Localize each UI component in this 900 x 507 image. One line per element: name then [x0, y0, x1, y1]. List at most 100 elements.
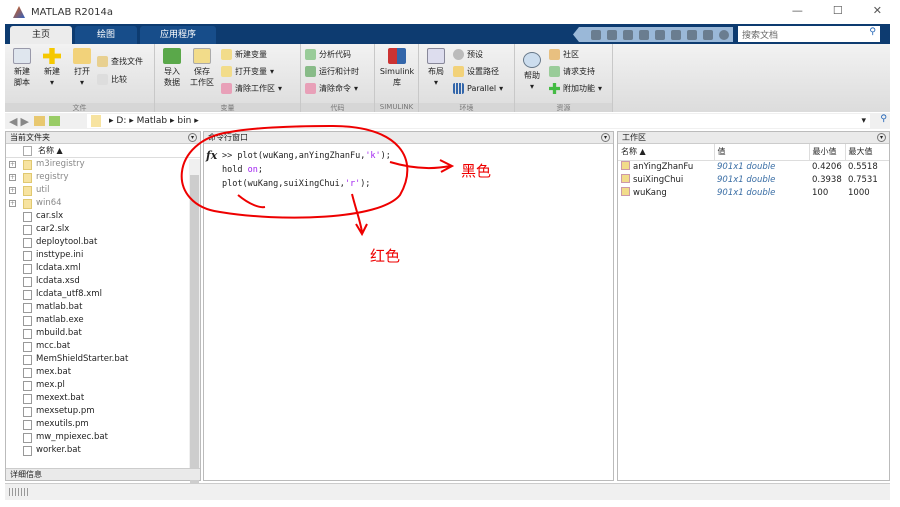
expand-icon[interactable]: + [9, 161, 16, 168]
layout-button[interactable]: 布局 ▾ [421, 48, 451, 88]
clear-commands-button[interactable]: 清除命令 ▾ [305, 83, 358, 94]
file-list-item[interactable]: insttype.ini [6, 249, 200, 262]
command-text[interactable]: fx >> plot(wuKang,anYingZhanFu,'k'); hol… [204, 144, 613, 191]
file-list-item[interactable]: mw_mpiexec.bat [6, 431, 200, 444]
browse-folder-icon[interactable] [48, 116, 60, 126]
copy-icon[interactable] [639, 29, 649, 40]
new-button[interactable]: 新建 ▾ [37, 48, 67, 88]
search-icon[interactable]: ⚲ [880, 114, 887, 124]
file-list-item[interactable]: lcdata.xml [6, 262, 200, 275]
find-files-button[interactable]: 查找文件 [97, 56, 143, 67]
clear-workspace-button[interactable]: 清除工作区 ▾ [221, 83, 282, 94]
forward-icon[interactable]: ▶ [20, 115, 28, 128]
up-folder-icon[interactable] [33, 116, 45, 126]
file-list-item[interactable]: lcdata.xsd [6, 275, 200, 288]
group-variable: 导入 数据 保存 工作区 新建变量 打开变量 ▾ 清除工作区 ▾ 变量 [155, 44, 301, 112]
file-list-item[interactable]: mbuild.bat [6, 327, 200, 340]
tab-plots[interactable]: 绘图 [75, 26, 137, 44]
close-button[interactable]: ✕ [873, 4, 882, 17]
path-input[interactable]: ▸ D: ▸ Matlab ▸ bin ▸ ▾ [87, 114, 870, 128]
command-window[interactable]: 命令行窗口 ▾ fx >> plot(wuKang,anYingZhanFu,'k… [203, 131, 614, 481]
workspace-row[interactable]: wuKang 901x1 double 100 1000 [618, 186, 889, 199]
label: 附加功能 [563, 84, 595, 93]
fx-icon[interactable]: fx [206, 149, 217, 163]
file-list-item[interactable]: car2.slx [6, 223, 200, 236]
run-and-time-button[interactable]: 运行和计时 [305, 66, 359, 77]
file-list-item[interactable]: + win64 [6, 197, 200, 210]
dropdown-icon[interactable]: ▾ [861, 114, 866, 128]
compare-button[interactable]: 比较 [97, 74, 127, 85]
parallel-button[interactable]: Parallel ▾ [453, 83, 503, 94]
community-button[interactable]: 社区 [549, 49, 579, 60]
scrollbar[interactable] [189, 159, 200, 490]
back-icon[interactable]: ◀ [9, 115, 17, 128]
column-header[interactable]: 名称 ▲ [618, 144, 715, 160]
label: 布局 [428, 67, 444, 76]
panel-menu-icon[interactable]: ▾ [877, 133, 886, 142]
expand-icon[interactable]: + [9, 187, 16, 194]
file-list-item[interactable]: matlab.bat [6, 301, 200, 314]
file-list-item[interactable]: matlab.exe [6, 314, 200, 327]
request-support-button[interactable]: 请求支持 [549, 66, 595, 77]
redo-icon[interactable] [687, 29, 697, 40]
expand-icon[interactable]: + [9, 174, 16, 181]
file-list-item[interactable]: mexsetup.pm [6, 405, 200, 418]
new-script-button[interactable]: 新建 脚本 [7, 48, 37, 88]
file-list-item[interactable]: + util [6, 184, 200, 197]
maximize-button[interactable]: ☐ [833, 4, 843, 17]
file-list-item[interactable]: car.slx [6, 210, 200, 223]
help-icon[interactable] [719, 29, 729, 40]
file-list-item[interactable]: + m3iregistry [6, 158, 200, 171]
workspace-row[interactable]: anYingZhanFu 901x1 double 0.4206 0.5518 [618, 160, 889, 173]
minimize-button[interactable]: — [792, 4, 803, 17]
file-list-item[interactable]: MemShieldStarter.bat [6, 353, 200, 366]
file-list-item[interactable]: deploytool.bat [6, 236, 200, 249]
switch-windows-icon[interactable] [703, 29, 713, 40]
file-list-item[interactable]: worker.bat [6, 444, 200, 457]
add-ons-button[interactable]: 附加功能 ▾ [549, 83, 602, 94]
cut-icon[interactable] [623, 29, 633, 40]
undo-icon[interactable] [671, 29, 681, 40]
save-workspace-button[interactable]: 保存 工作区 [187, 48, 217, 88]
file-list-item[interactable]: lcdata_utf8.xml [6, 288, 200, 301]
panel-menu-icon[interactable]: ▾ [601, 133, 610, 142]
breadcrumb[interactable]: Matlab [137, 116, 168, 126]
column-header-name[interactable]: 名称 ▲ [6, 144, 200, 158]
column-header[interactable]: 最大值 [845, 144, 889, 160]
file-list-item[interactable]: mcc.bat [6, 340, 200, 353]
search-docs-input[interactable]: 搜索文档 ⚲ [738, 26, 880, 42]
paste-icon[interactable] [655, 29, 665, 40]
breadcrumb[interactable]: bin [177, 116, 191, 126]
tab-apps[interactable]: 应用程序 [140, 26, 216, 44]
save-icon[interactable] [607, 29, 617, 40]
file-list-item[interactable]: mex.bat [6, 366, 200, 379]
column-header[interactable]: 最小值 [809, 144, 846, 160]
open-variable-button[interactable]: 打开变量 ▾ [221, 66, 274, 77]
tab-home[interactable]: 主页 [10, 26, 72, 44]
workspace-row[interactable]: suiXingChui 901x1 double 0.3938 0.7531 [618, 173, 889, 186]
group-label: 环境 [419, 103, 514, 112]
file-list-item[interactable]: mex.pl [6, 379, 200, 392]
panel-menu-icon[interactable]: ▾ [188, 133, 197, 142]
set-path-button[interactable]: 设置路径 [453, 66, 499, 77]
file-list-item[interactable]: mexext.bat [6, 392, 200, 405]
help-button[interactable]: 帮助 ▾ [517, 52, 547, 92]
breadcrumb[interactable]: D: [116, 116, 126, 126]
new-variable-button[interactable]: 新建变量 [221, 49, 267, 60]
preferences-button[interactable]: 预设 [453, 49, 483, 60]
group-code: 分析代码 运行和计时 清除命令 ▾ 代码 [301, 44, 375, 112]
var-min: 0.3938 [812, 174, 842, 185]
open-button[interactable]: 打开 ▾ [67, 48, 97, 88]
analyze-code-button[interactable]: 分析代码 [305, 49, 351, 60]
label: 清除命令 [319, 84, 351, 93]
search-icon[interactable]: ⚲ [869, 27, 876, 37]
file-icon [23, 446, 32, 456]
file-list-item[interactable]: + registry [6, 171, 200, 184]
expand-icon[interactable]: + [9, 200, 16, 207]
shortcut-icon[interactable] [591, 29, 601, 40]
column-header[interactable]: 值 [714, 144, 810, 160]
file-list-item[interactable]: mexutils.pm [6, 418, 200, 431]
simulink-library-button[interactable]: Simulink 库 [379, 48, 415, 88]
details-section[interactable]: 详细信息 [6, 468, 200, 480]
import-data-button[interactable]: 导入 数据 [157, 48, 187, 88]
